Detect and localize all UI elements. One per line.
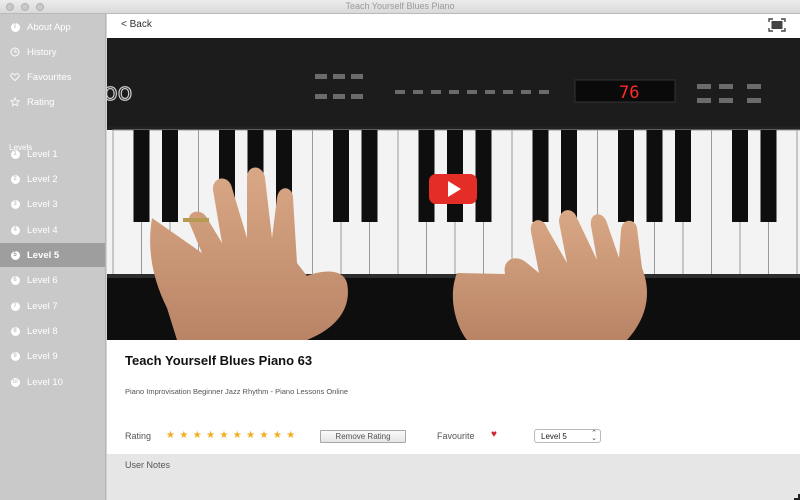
fullscreen-icon[interactable]	[768, 18, 786, 32]
sidebar: i About App History Favourites Rating Le…	[0, 14, 106, 500]
sidebar-item-history[interactable]: History	[0, 40, 105, 64]
sidebar-item-label: Favourites	[27, 71, 72, 83]
piano-black-key	[618, 130, 634, 222]
piano-black-key	[675, 130, 691, 222]
number-9-icon: 9	[10, 351, 20, 361]
sidebar-item-label: Level 6	[27, 274, 58, 286]
remove-rating-button[interactable]: Remove Rating	[320, 430, 406, 443]
number-4-icon: 4	[10, 225, 20, 235]
sidebar-item-level-5[interactable]: 5 Level 5	[0, 243, 105, 267]
video-tags: Piano Improvisation Beginner Jazz Rhythm…	[125, 387, 349, 396]
level-select[interactable]: Level 5 ⌃ ⌄	[534, 429, 601, 443]
svg-text:oo: oo	[107, 78, 132, 106]
piano-black-key	[133, 130, 150, 222]
user-notes-label: User Notes	[125, 460, 171, 470]
back-button[interactable]: < Back	[121, 19, 152, 30]
number-10-icon: 10	[10, 377, 20, 387]
number-3-icon: 3	[10, 199, 20, 209]
piano-black-key	[646, 130, 663, 222]
rating-star[interactable]: ★	[219, 430, 228, 442]
rating-star[interactable]: ★	[233, 430, 242, 442]
number-6-icon: 6	[10, 275, 20, 285]
piano-black-key	[760, 130, 777, 222]
sidebar-item-level-4[interactable]: 4 Level 4	[0, 218, 105, 242]
rating-star[interactable]: ★	[260, 430, 269, 442]
favourite-heart-icon[interactable]: ♥	[491, 429, 497, 440]
main-content: < Back oo 76 Teach Yourself Blues Piano …	[107, 14, 800, 500]
piano-black-key	[333, 130, 349, 222]
sidebar-item-level-2[interactable]: 2 Level 2	[0, 167, 105, 191]
content-toolbar: < Back	[107, 14, 800, 38]
sidebar-item-label: Level 1	[27, 148, 58, 160]
heart-outline-icon	[10, 72, 20, 82]
sidebar-item-level-9[interactable]: 9 Level 9	[0, 344, 105, 368]
select-arrows-icon: ⌃ ⌄	[591, 430, 597, 442]
sidebar-item-level-1[interactable]: 1 Level 1	[0, 142, 105, 166]
rating-stars[interactable]: ★ ★ ★ ★ ★ ★ ★ ★ ★ ★	[166, 430, 295, 442]
sidebar-item-label: Level 10	[27, 376, 63, 388]
number-2-icon: 2	[10, 174, 20, 184]
sidebar-item-label: Level 5	[27, 249, 60, 261]
sidebar-item-level-6[interactable]: 6 Level 6	[0, 268, 105, 292]
rating-star[interactable]: ★	[246, 430, 255, 442]
tempo-display: 76	[619, 83, 639, 103]
rating-star[interactable]: ★	[166, 430, 175, 442]
sidebar-item-label: Level 8	[27, 325, 58, 337]
number-5-icon: 5	[10, 250, 20, 260]
video-title: Teach Yourself Blues Piano 63	[125, 353, 313, 368]
sidebar-item-label: Level 3	[27, 198, 58, 210]
resize-handle[interactable]	[794, 494, 800, 500]
user-notes-area[interactable]: User Notes	[107, 454, 800, 500]
sidebar-item-label: Level 2	[27, 173, 58, 185]
rating-label: Rating	[125, 431, 152, 441]
piano-black-key	[361, 130, 378, 222]
number-7-icon: 7	[10, 301, 20, 311]
window-title: Teach Yourself Blues Piano	[345, 1, 455, 11]
play-button[interactable]	[429, 174, 477, 204]
star-outline-icon	[10, 97, 20, 107]
rating-star[interactable]: ★	[193, 430, 202, 442]
info-icon: i	[10, 22, 20, 32]
favourite-label: Favourite	[437, 431, 475, 441]
play-icon	[448, 181, 461, 197]
sidebar-item-label: Level 7	[27, 300, 58, 312]
piano-black-key	[561, 130, 577, 222]
sidebar-item-about-app[interactable]: i About App	[0, 15, 105, 39]
piano-black-key	[162, 130, 178, 222]
piano-black-key	[532, 130, 549, 222]
number-8-icon: 8	[10, 326, 20, 336]
sidebar-item-level-8[interactable]: 8 Level 8	[0, 319, 105, 343]
piano-black-key	[475, 130, 492, 222]
rating-star[interactable]: ★	[206, 430, 215, 442]
level-select-value: Level 5	[541, 431, 567, 441]
sidebar-item-rating[interactable]: Rating	[0, 90, 105, 114]
sidebar-item-label: History	[27, 46, 57, 58]
number-1-icon: 1	[10, 149, 20, 159]
sidebar-item-label: Level 4	[27, 224, 58, 236]
video-player[interactable]: oo 76	[107, 38, 800, 340]
sidebar-item-favourites[interactable]: Favourites	[0, 65, 105, 89]
sidebar-item-level-7[interactable]: 7 Level 7	[0, 294, 105, 318]
sidebar-item-level-3[interactable]: 3 Level 3	[0, 192, 105, 216]
sidebar-item-label: Rating	[27, 96, 55, 108]
sidebar-item-label: About App	[27, 21, 71, 33]
window-titlebar: Teach Yourself Blues Piano	[0, 0, 800, 14]
piano-black-key	[732, 130, 748, 222]
rating-row: Rating ★ ★ ★ ★ ★ ★ ★ ★ ★ ★ Remove Rating Favourit…	[107, 428, 800, 446]
rating-star[interactable]: ★	[273, 430, 282, 442]
rating-star[interactable]: ★	[179, 430, 188, 442]
rating-star[interactable]: ★	[286, 430, 295, 442]
sidebar-item-level-10[interactable]: 10 Level 10	[0, 370, 105, 394]
sidebar-item-label: Level 9	[27, 350, 58, 362]
clock-icon	[10, 47, 20, 57]
